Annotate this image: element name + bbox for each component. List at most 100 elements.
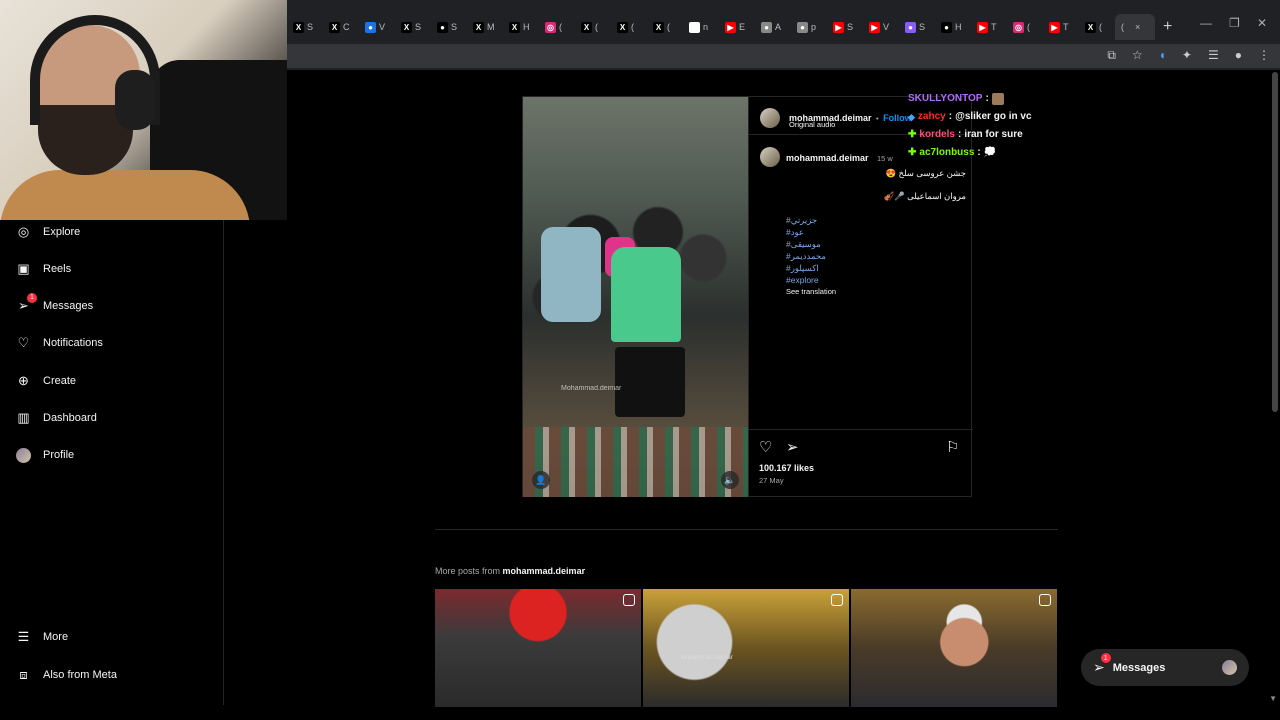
extension-icon[interactable]: ◖ (1159, 48, 1166, 63)
chat-colon: : (948, 111, 953, 122)
chat-emote-icon: 💭 (983, 147, 997, 158)
youtube-icon: ▶ (833, 21, 844, 33)
post-thumbnail[interactable] (435, 589, 641, 707)
save-bookmark-icon[interactable]: ⚐ (946, 438, 959, 456)
sidebar-item-more[interactable]: ☰ More (16, 627, 68, 647)
maximize-icon[interactable]: ❐ (1229, 16, 1240, 30)
instagram-sidebar: ◎ Explore ▣ Reels ➢ 1 Messages ♡ Notifica… (0, 220, 224, 705)
like-heart-icon[interactable]: ♡ (759, 438, 772, 456)
puzzle-icon[interactable]: ✦ (1182, 48, 1192, 63)
browser-tab-active[interactable]: (× (1115, 14, 1155, 40)
messenger-icon: ➢ 1 (1093, 653, 1111, 676)
browser-tab[interactable]: XC (323, 14, 359, 40)
reel-icon (1039, 594, 1051, 606)
browser-tab[interactable]: ▶ S (827, 14, 863, 40)
page-scrollbar[interactable] (1272, 72, 1278, 412)
hashtag-link[interactable]: #موسيقى (786, 238, 966, 250)
webcam-overlay (0, 0, 287, 220)
share-icon[interactable]: ➢ (786, 438, 799, 456)
sidebar-item-profile[interactable]: Profile (16, 445, 74, 465)
more-posts-username[interactable]: mohammad.deimar (503, 566, 586, 576)
caption-username[interactable]: mohammad.deimar (786, 153, 869, 163)
post-thumbnail[interactable] (851, 589, 1057, 707)
chart-icon: ▥ (17, 410, 30, 425)
hashtag-link[interactable]: #محمدديمر (786, 250, 966, 262)
sidebar-item-also-from-meta[interactable]: ⧈ Also from Meta (16, 665, 117, 685)
browser-tab[interactable]: X( (575, 14, 611, 40)
kebab-menu-icon[interactable]: ⋮ (1258, 48, 1270, 63)
browser-tab[interactable]: ● A (755, 14, 791, 40)
close-window-icon[interactable]: ✕ (1257, 16, 1267, 30)
avatar (16, 447, 31, 463)
profile-icon[interactable]: ● (1235, 48, 1242, 63)
scroll-down-arrow-icon[interactable]: ▼ (1269, 694, 1277, 703)
browser-tab[interactable]: ● S (899, 14, 935, 40)
plus-square-icon: ⊕ (18, 373, 29, 388)
audio-label[interactable]: Original audio (789, 120, 835, 129)
sidebar-item-reels[interactable]: ▣ Reels (16, 259, 71, 279)
tab-title: T (1063, 22, 1069, 32)
browser-tab[interactable]: X( (611, 14, 647, 40)
chat-username: SKULLYONTOP (908, 93, 983, 104)
browser-tab[interactable]: XS (395, 14, 431, 40)
sidebar-item-explore[interactable]: ◎ Explore (16, 222, 80, 242)
tab-title: S (919, 22, 926, 32)
x-icon: X (581, 21, 592, 33)
sidebar-item-notifications[interactable]: ♡ Notifications (16, 333, 103, 353)
sidebar-item-label: More (43, 631, 69, 643)
tab-title: V (379, 22, 386, 32)
tab-title: H (955, 22, 962, 32)
messages-pill-button[interactable]: ➢ 1 Messages (1081, 649, 1249, 686)
see-translation-link[interactable]: See translation (786, 287, 966, 296)
browser-tab[interactable]: XM (467, 14, 503, 40)
tagged-user-icon[interactable]: 👤 (532, 471, 550, 489)
sidebar-item-create[interactable]: ⊕ Create (16, 371, 76, 391)
browser-tab[interactable]: X( (647, 14, 683, 40)
install-app-icon[interactable]: ⧉ (1107, 48, 1116, 63)
browser-tab[interactable]: ● n (683, 14, 719, 40)
likes-count[interactable]: 100.167 likes (759, 463, 814, 473)
browser-tab[interactable]: ◎( (539, 14, 575, 40)
browser-tab[interactable]: ▶ T (1043, 14, 1079, 40)
tab-title: ( (631, 22, 634, 32)
hashtag-link[interactable]: #اکسپلور (786, 262, 966, 274)
notification-badge: 1 (27, 292, 37, 303)
hashtag-link[interactable]: #explore (786, 274, 966, 286)
browser-tab[interactable]: ◎( (1007, 14, 1043, 40)
section-divider (435, 529, 1058, 530)
browser-tab[interactable]: ● p (791, 14, 827, 40)
post-caption: mohammad.deimar 15 w جشن عروسی سلخ 😍 مرو… (786, 148, 966, 296)
avatar (1222, 660, 1237, 675)
browser-tab[interactable]: XS (287, 14, 323, 40)
minimize-icon[interactable]: — (1200, 16, 1212, 30)
browser-tab[interactable]: ▶ E (719, 14, 755, 40)
volume-icon[interactable]: 🔈 (721, 471, 739, 489)
close-tab-icon[interactable]: × (1135, 22, 1140, 32)
post-thumbnail[interactable]: Mohammad.deimar (643, 589, 849, 707)
chat-text: iran for sure (964, 129, 1023, 140)
avatar[interactable] (760, 147, 780, 167)
browser-tab[interactable]: ▶ T (971, 14, 1007, 40)
bookmark-star-icon[interactable]: ☆ (1132, 48, 1143, 63)
sub-badge-icon: ✚ (908, 147, 917, 158)
browser-tab[interactable]: ● H (935, 14, 971, 40)
sidebar-item-dashboard[interactable]: ▥ Dashboard (16, 408, 96, 428)
new-tab-icon[interactable]: + (1163, 18, 1172, 36)
browser-tab[interactable]: XH (503, 14, 539, 40)
hashtag-link[interactable]: #جزيرتي (786, 214, 966, 226)
browser-tab[interactable]: X( (1079, 14, 1115, 40)
browser-tab[interactable]: ● V (359, 14, 395, 40)
sidebar-item-messages[interactable]: ➢ 1 Messages (16, 292, 93, 316)
x-icon: X (1085, 21, 1096, 33)
hashtag-link[interactable]: #عود (786, 226, 966, 238)
avatar[interactable] (760, 108, 780, 128)
post-video[interactable]: Mohammad.deimar 👤 🔈 (523, 97, 748, 497)
compass-icon: ◎ (17, 224, 30, 239)
reading-list-icon[interactable]: ☰ (1208, 48, 1219, 63)
browser-tab[interactable]: ▶ V (863, 14, 899, 40)
tab-title: ( (559, 22, 562, 32)
instagram-icon: ◎ (1013, 21, 1024, 33)
browser-tab[interactable]: ● S (431, 14, 467, 40)
chat-message: ✚ ac7lonbuss: 💭 (908, 144, 1032, 162)
stream-chat-overlay: SKULLYONTOP: ◆ zahcy: @sliker go in vc ✚… (908, 90, 1032, 162)
